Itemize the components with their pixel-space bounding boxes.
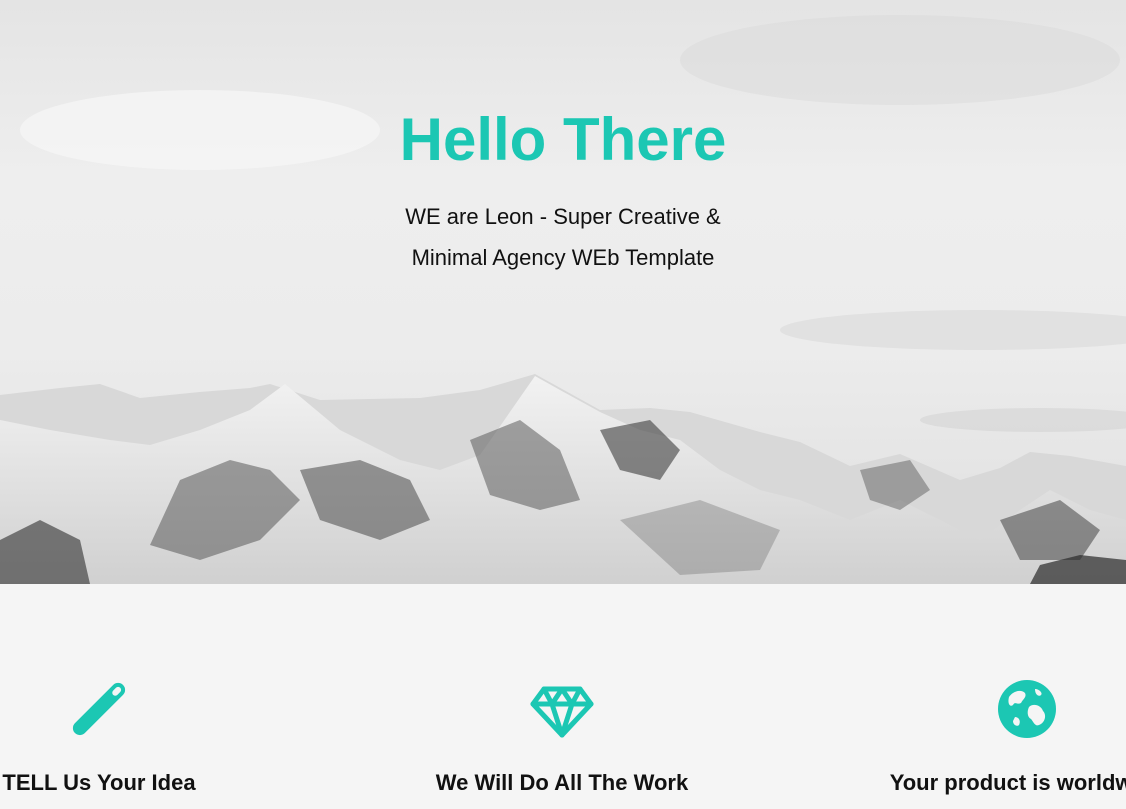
pen-icon <box>72 682 126 736</box>
hero-title: Hello There <box>399 106 727 173</box>
mountain-background-image <box>0 0 1126 584</box>
hero-subtitle-line-2: Minimal Agency WEb Template <box>411 245 715 270</box>
hero-section: Hello There WE are Leon - Super Creative… <box>0 0 1126 584</box>
globe-icon <box>998 680 1056 738</box>
diamond-icon <box>530 686 594 738</box>
feature-worldwide: Your product is worldwide <box>862 677 1126 795</box>
feature-label: We Will Do All The Work <box>435 770 689 795</box>
feature-label: Your product is worldwide <box>889 770 1126 795</box>
hero-subtitle-line-1: WE are Leon - Super Creative & <box>405 204 721 229</box>
feature-do-work: We Will Do All The Work <box>397 677 727 795</box>
feature-label: TELL Us Your Idea <box>2 770 196 795</box>
feature-tell-idea: TELL Us Your Idea <box>0 677 264 795</box>
hero-subtitle: WE are Leon - Super Creative & Minimal A… <box>0 196 1126 278</box>
features-section: TELL Us Your Idea We Will Do All The Wor… <box>0 584 1126 809</box>
